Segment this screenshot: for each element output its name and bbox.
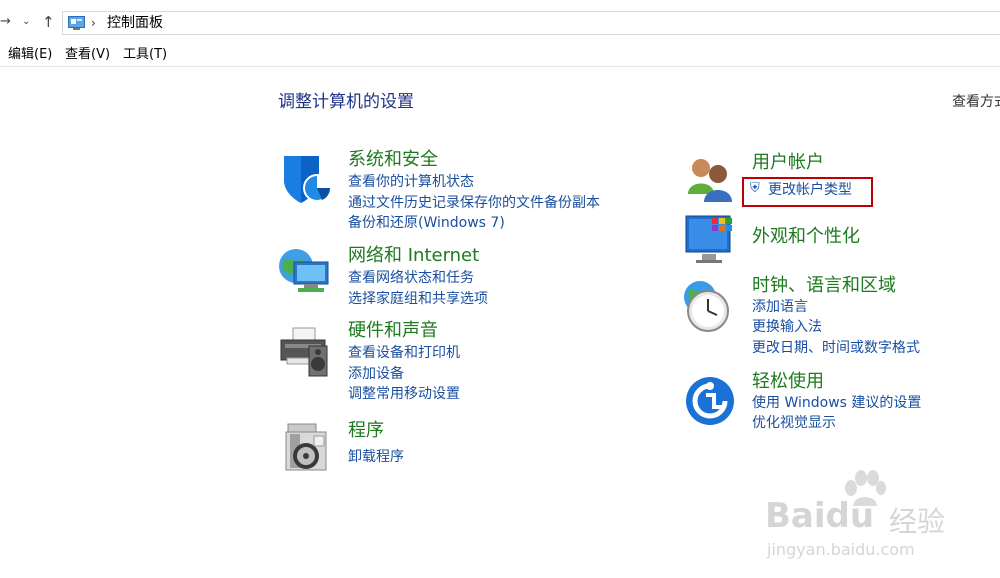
category-title-clock-language-region[interactable]: 时钟、语言和区域 (752, 274, 896, 298)
link-mobility-settings[interactable]: 调整常用移动设置 (348, 384, 460, 404)
recent-dropdown-chevron-icon[interactable]: ⌄ (22, 12, 30, 32)
link-change-date-time-format[interactable]: 更改日期、时间或数字格式 (752, 338, 920, 358)
shield-icon[interactable] (279, 152, 333, 206)
ease-of-access-icon[interactable] (684, 375, 738, 429)
watermark-suffix: 经验 (889, 505, 946, 538)
link-optimize-visual-display[interactable]: 优化视觉显示 (752, 413, 836, 433)
menu-bar: 编辑(E) 查看(V) 工具(T) (0, 44, 1000, 67)
menu-tools[interactable]: 工具(T) (123, 46, 167, 64)
link-file-history-backup[interactable]: 通过文件历史记录保存你的文件备份副本 (348, 193, 600, 213)
baidu-jingyan-watermark: Baidu 经验 jingyan.baidu.com (765, 470, 995, 570)
menu-view[interactable]: 查看(V) (65, 46, 110, 64)
category-title-system-security[interactable]: 系统和安全 (348, 148, 438, 172)
breadcrumb-chevron-icon[interactable]: › (91, 13, 96, 33)
users-icon[interactable] (684, 154, 738, 208)
link-homegroup-sharing[interactable]: 选择家庭组和共享选项 (348, 289, 488, 309)
category-title-user-accounts[interactable]: 用户帐户 (752, 151, 824, 175)
link-view-network-status[interactable]: 查看网络状态和任务 (348, 268, 474, 288)
appearance-monitor-icon[interactable] (684, 214, 738, 268)
link-change-input-method[interactable]: 更换输入法 (752, 317, 822, 337)
up-arrow-icon[interactable]: ↑ (42, 12, 55, 32)
link-view-computer-status[interactable]: 查看你的计算机状态 (348, 172, 474, 192)
control-panel-icon (68, 16, 85, 30)
menu-edit[interactable]: 编辑(E) (8, 46, 52, 64)
category-title-appearance[interactable]: 外观和个性化 (752, 225, 860, 249)
link-add-device[interactable]: 添加设备 (348, 364, 404, 384)
printer-speaker-icon[interactable] (279, 324, 333, 378)
link-windows-recommended-settings[interactable]: 使用 Windows 建议的设置 (752, 393, 921, 413)
category-title-network-internet[interactable]: 网络和 Internet (348, 244, 479, 268)
view-by-label[interactable]: 查看方式 (952, 91, 1000, 113)
link-backup-restore-win7[interactable]: 备份和还原(Windows 7) (348, 213, 505, 233)
address-bar-row: → ⌄ ↑ › 控制面板 (0, 0, 1000, 42)
link-devices-printers[interactable]: 查看设备和打印机 (348, 343, 460, 363)
category-title-hardware-sound[interactable]: 硬件和声音 (348, 319, 438, 343)
breadcrumb-control-panel[interactable]: 控制面板 (107, 13, 163, 33)
page-title: 调整计算机的设置 (278, 92, 414, 112)
link-uninstall-program[interactable]: 卸载程序 (348, 447, 404, 467)
watermark-brand: Baidu (765, 496, 875, 536)
watermark-url: jingyan.baidu.com (767, 540, 915, 559)
link-add-language[interactable]: 添加语言 (752, 297, 808, 317)
programs-disc-icon[interactable] (282, 420, 336, 474)
address-field[interactable]: › 控制面板 (62, 11, 1000, 35)
network-globe-icon[interactable] (278, 246, 332, 300)
clock-globe-icon[interactable] (682, 279, 736, 333)
category-title-ease-of-access[interactable]: 轻松使用 (752, 370, 824, 394)
category-title-programs[interactable]: 程序 (348, 419, 384, 443)
highlight-box (742, 177, 873, 207)
forward-arrow-icon[interactable]: → (0, 12, 11, 32)
